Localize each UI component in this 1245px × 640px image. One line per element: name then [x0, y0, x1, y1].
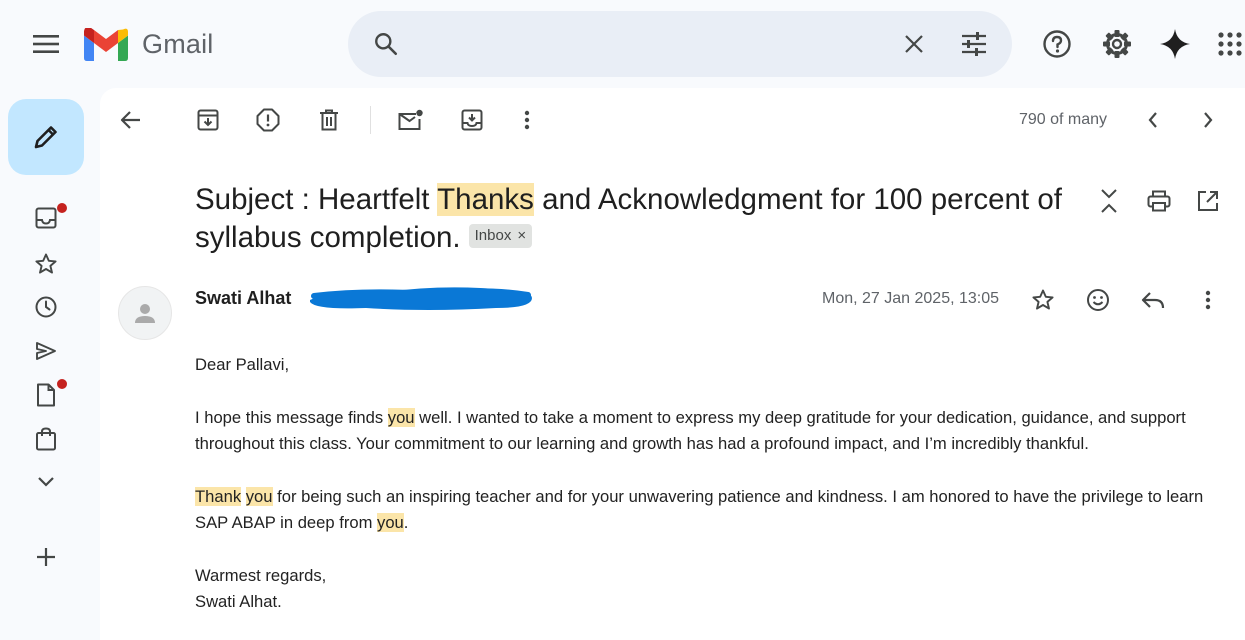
emoji-icon [1087, 289, 1109, 311]
nav-sent[interactable] [26, 331, 66, 371]
apps-button[interactable] [1210, 24, 1245, 64]
search-highlight: you [245, 487, 273, 506]
inbox-label[interactable]: Inbox × [468, 224, 533, 249]
report-spam-button[interactable] [248, 100, 288, 140]
gmail-logo[interactable]: Gmail [84, 26, 214, 62]
expand-all-button[interactable] [1089, 181, 1129, 221]
nav-snoozed[interactable] [26, 287, 66, 327]
arrow-back-icon [120, 111, 140, 129]
sender-name[interactable]: Swati Alhat [195, 288, 291, 309]
more-vert-icon [524, 110, 530, 130]
compose-button[interactable] [8, 99, 84, 175]
chevron-down-icon [38, 477, 54, 487]
toolbar-divider [370, 106, 371, 134]
drafts-badge [57, 379, 67, 389]
person-icon [135, 304, 155, 323]
open-in-new-window-button[interactable] [1188, 181, 1228, 221]
delete-button[interactable] [309, 100, 349, 140]
reply-icon [1141, 292, 1165, 309]
chevron-right-icon [1204, 112, 1213, 128]
message-more-button[interactable] [1188, 280, 1228, 320]
add-reaction-button[interactable] [1078, 280, 1118, 320]
greeting: Dear Pallavi, [195, 355, 290, 374]
body-paragraph-2: Thank you for being such an inspiring te… [195, 484, 1225, 536]
apps-grid-icon [1218, 32, 1242, 56]
unread-badge [57, 203, 67, 213]
draft-document-icon [37, 383, 55, 407]
message-counter: 790 of many [1019, 111, 1108, 128]
search-button[interactable] [366, 24, 406, 64]
text-run: for being such an inspiring teacher and … [195, 487, 1204, 532]
inbox-icon [35, 207, 57, 229]
subject-text: Subject : Heartfelt [195, 183, 438, 216]
help-button[interactable] [1037, 24, 1077, 64]
main-menu-button[interactable] [22, 22, 70, 66]
sender-avatar[interactable] [118, 286, 172, 340]
reply-button[interactable] [1133, 280, 1173, 320]
search-icon [375, 33, 398, 56]
print-icon [1147, 190, 1171, 212]
more-vert-icon [1205, 290, 1211, 310]
tune-icon [962, 32, 986, 56]
move-to-button[interactable] [452, 100, 492, 140]
print-button[interactable] [1139, 181, 1179, 221]
gmail-m-icon [84, 27, 128, 61]
text-run: . [403, 513, 409, 532]
search-options-button[interactable] [954, 24, 994, 64]
archive-button[interactable] [188, 100, 228, 140]
create-label-button[interactable] [26, 537, 66, 577]
message-subject: Subject : Heartfelt Thanks and Acknowled… [195, 181, 1075, 257]
text-run: I hope this message finds [195, 408, 388, 427]
trash-icon [320, 109, 338, 131]
closing: Warmest regards, [195, 566, 327, 585]
search-highlight: you [387, 408, 415, 427]
older-button[interactable] [1188, 100, 1228, 140]
gemini-button[interactable] [1155, 24, 1195, 64]
close-icon [905, 35, 923, 53]
more-options-button[interactable] [507, 100, 547, 140]
redaction-scribble [310, 287, 532, 310]
search-input[interactable] [408, 27, 932, 63]
signature: Swati Alhat. [195, 592, 282, 611]
star-message-button[interactable] [1023, 280, 1063, 320]
message-body: Dear Pallavi, I hope this message finds … [195, 352, 1225, 615]
mark-unread-icon [398, 109, 423, 130]
message-date: Mon, 27 Jan 2025, 13:05 [822, 290, 1000, 307]
send-icon [36, 342, 56, 360]
star-icon [1032, 289, 1054, 310]
help-icon [1043, 30, 1071, 58]
hamburger-icon [33, 35, 59, 53]
subject-highlight: Thanks [437, 183, 534, 216]
archive-icon [197, 109, 219, 131]
search-bar[interactable] [348, 11, 1012, 77]
collapse-icon [1101, 189, 1117, 213]
search-highlight: Thank [195, 487, 242, 506]
clock-icon [35, 296, 57, 318]
sparkle-icon [1160, 29, 1190, 59]
remove-label-icon[interactable]: × [517, 217, 526, 255]
search-highlight: you [377, 513, 404, 532]
mark-unread-button[interactable] [391, 100, 431, 140]
inbox-label-text: Inbox [474, 227, 512, 245]
report-icon [256, 108, 280, 132]
plus-icon [37, 548, 55, 566]
nav-purchases[interactable] [26, 419, 66, 459]
settings-button[interactable] [1097, 24, 1137, 64]
chevron-left-icon [1148, 112, 1157, 128]
nav-drafts[interactable] [26, 375, 67, 415]
nav-inbox[interactable] [26, 198, 67, 238]
pencil-icon [34, 126, 57, 149]
open-in-new-icon [1198, 191, 1218, 211]
nav-starred[interactable] [26, 244, 66, 284]
body-paragraph-1: I hope this message finds you well. I wa… [195, 405, 1225, 457]
newer-button[interactable] [1133, 100, 1173, 140]
gear-icon [1103, 30, 1131, 58]
app-name: Gmail [142, 28, 214, 59]
nav-more[interactable] [26, 462, 66, 502]
back-button[interactable] [111, 100, 151, 140]
move-to-inbox-icon [461, 109, 483, 131]
clear-search-button[interactable] [894, 24, 934, 64]
shopping-bag-icon [36, 427, 56, 451]
star-icon [35, 253, 57, 274]
